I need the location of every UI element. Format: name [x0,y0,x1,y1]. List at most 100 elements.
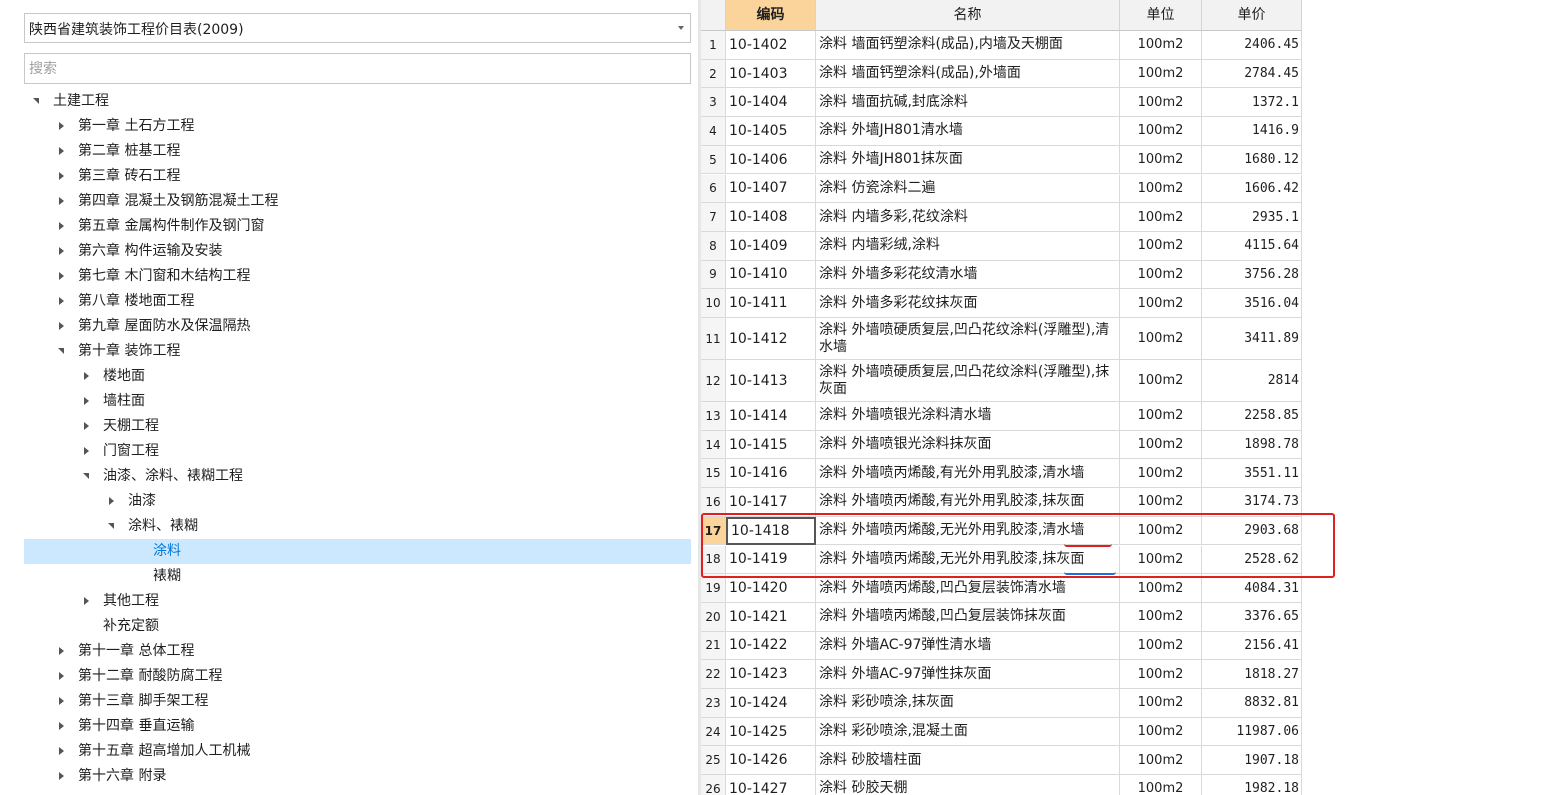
cell-price[interactable]: 4115.64 [1202,231,1302,261]
cell-unit[interactable]: 100m2 [1120,31,1202,60]
expanded-arrow-icon[interactable] [107,514,117,539]
cell-name[interactable]: 涂料 外墙喷丙烯酸,凹凸复层装饰清水墙 [816,574,1120,603]
tree-node[interactable]: 第九章 屋面防水及保温隔热 [0,314,698,339]
collapsed-arrow-icon[interactable] [57,314,67,339]
cell-name[interactable]: 涂料 外墙多彩花纹抹灰面 [816,289,1120,318]
cell-name[interactable]: 涂料 外墙喷硬质复层,凹凸花纹涂料(浮雕型),清水墙 [816,318,1120,360]
cell-name[interactable]: 涂料 砂胶天棚 [816,775,1120,795]
collapsed-arrow-icon[interactable] [82,389,92,414]
row-index[interactable]: 18 [701,545,726,575]
tree-node[interactable]: 涂料、裱糊 [0,514,698,539]
table-row[interactable]: 10 10-1411 涂料 外墙多彩花纹抹灰面 100m2 3516.04 [701,289,1302,318]
table-row[interactable]: 22 10-1423 涂料 外墙AC-97弹性抹灰面 100m2 1818.27 [701,660,1302,689]
collapsed-arrow-icon[interactable] [57,664,67,689]
cell-code[interactable]: 10-1415 [726,430,816,460]
cell-code[interactable]: 10-1419 [726,545,816,575]
table-row[interactable]: 25 10-1426 涂料 砂胶墙柱面 100m2 1907.18 [701,746,1302,776]
table-row[interactable]: 16 10-1417 涂料 外墙喷丙烯酸,有光外用乳胶漆,抹灰面 100m2 3174.… [701,488,1302,517]
cell-code[interactable]: 10-1413 [726,360,816,402]
cell-price[interactable]: 1416.9 [1202,117,1302,146]
tree-node[interactable]: 涂料 [24,539,691,564]
tree-node[interactable]: 第十章 装饰工程 [0,339,698,364]
chevron-down-icon[interactable] [678,26,684,30]
cell-name[interactable]: 涂料 外墙喷银光涂料抹灰面 [816,430,1120,460]
cell-unit[interactable]: 100m2 [1120,430,1202,460]
collapsed-arrow-icon[interactable] [57,214,67,239]
tree-node[interactable]: 天棚工程 [0,414,698,439]
tree-node[interactable]: 第十四章 垂直运输 [0,714,698,739]
cell-code[interactable]: 10-1408 [726,203,816,232]
cell-name[interactable]: 涂料 外墙喷丙烯酸,有光外用乳胶漆,抹灰面 [816,488,1120,517]
cell-unit[interactable]: 100m2 [1120,459,1202,489]
cell-unit[interactable]: 100m2 [1120,174,1202,204]
cell-price[interactable]: 8832.81 [1202,689,1302,718]
cell-unit[interactable]: 100m2 [1120,289,1202,318]
table-row[interactable]: 2 10-1403 涂料 墙面钙塑涂料(成品),外墙面 100m2 2784.45 [701,59,1302,89]
cell-price[interactable]: 1907.18 [1202,746,1302,776]
cell-code[interactable]: 10-1416 [726,459,816,489]
tree-node[interactable]: 第五章 金属构件制作及钢门窗 [0,214,698,239]
cell-code[interactable]: 10-1407 [726,174,816,204]
row-index[interactable]: 22 [701,660,726,689]
cell-unit[interactable]: 100m2 [1120,203,1202,232]
cell-name[interactable]: 涂料 外墙AC-97弹性抹灰面 [816,660,1120,689]
tree-node[interactable]: 其他工程 [0,589,698,614]
collapsed-arrow-icon[interactable] [57,764,67,789]
cell-code[interactable]: 10-1421 [726,602,816,632]
cell-unit[interactable]: 100m2 [1120,360,1202,402]
cell-code[interactable]: 10-1420 [726,574,816,603]
cell-price[interactable]: 2258.85 [1202,402,1302,431]
table-row[interactable]: 12 10-1413 涂料 外墙喷硬质复层,凹凸花纹涂料(浮雕型),抹灰面 100m2… [701,360,1302,402]
cell-name[interactable]: 涂料 彩砂喷涂,抹灰面 [816,689,1120,718]
row-index[interactable]: 11 [701,318,726,360]
cell-code[interactable]: 10-1404 [726,88,816,118]
cell-price[interactable]: 3756.28 [1202,260,1302,290]
cell-unit[interactable]: 100m2 [1120,88,1202,118]
cell-code[interactable]: 10-1405 [726,117,816,146]
row-index[interactable]: 12 [701,360,726,402]
table-row[interactable]: 23 10-1424 涂料 彩砂喷涂,抹灰面 100m2 8832.81 [701,689,1302,718]
cell-name[interactable]: 涂料 内墙彩绒,涂料 [816,231,1120,261]
row-index[interactable]: 20 [701,602,726,632]
cell-name[interactable]: 涂料 外墙多彩花纹清水墙 [816,260,1120,290]
cell-code[interactable]: 10-1409 [726,231,816,261]
cell-unit[interactable]: 100m2 [1120,602,1202,632]
tree-node[interactable]: 第八章 楼地面工程 [0,289,698,314]
cell-name[interactable]: 涂料 砂胶墙柱面 [816,746,1120,776]
expanded-arrow-icon[interactable] [32,89,42,114]
table-row[interactable]: 15 10-1416 涂料 外墙喷丙烯酸,有光外用乳胶漆,清水墙 100m2 3551.… [701,459,1302,489]
row-index[interactable]: 25 [701,746,726,776]
cell-price[interactable]: 2528.62 [1202,545,1302,575]
cell-code[interactable]: 10-1425 [726,717,816,747]
library-select[interactable]: 陕西省建筑装饰工程价目表(2009) [24,13,691,43]
cell-code[interactable]: 10-1406 [726,145,816,175]
row-index[interactable]: 15 [701,459,726,489]
cell-unit[interactable]: 100m2 [1120,318,1202,360]
tree-node[interactable]: 第四章 混凝土及钢筋混凝土工程 [0,189,698,214]
tree-node[interactable]: 门窗工程 [0,439,698,464]
tree-node[interactable]: 第十六章 附录 [0,764,698,789]
row-index[interactable]: 13 [701,402,726,431]
cell-unit[interactable]: 100m2 [1120,145,1202,175]
table-row[interactable]: 21 10-1422 涂料 外墙AC-97弹性清水墙 100m2 2156.41 [701,631,1302,661]
cell-unit[interactable]: 100m2 [1120,660,1202,689]
cell-unit[interactable]: 100m2 [1120,574,1202,603]
table-row[interactable]: 1 10-1402 涂料 墙面钙塑涂料(成品),内墙及天棚面 100m2 2406.45 [701,31,1302,60]
row-index[interactable]: 24 [701,717,726,747]
cell-price[interactable]: 11987.06 [1202,717,1302,747]
cell-unit[interactable]: 100m2 [1120,631,1202,661]
row-index[interactable]: 5 [701,145,726,175]
tree-node[interactable]: 第十五章 超高增加人工机械 [0,739,698,764]
cell-code[interactable]: 10-1422 [726,631,816,661]
expanded-arrow-icon[interactable] [57,339,67,364]
cell-price[interactable]: 3551.11 [1202,459,1302,489]
cell-unit[interactable]: 100m2 [1120,775,1202,795]
cell-unit[interactable]: 100m2 [1120,746,1202,776]
cell-price[interactable]: 3411.89 [1202,318,1302,360]
cell-code[interactable]: 10-1417 [726,488,816,517]
expanded-arrow-icon[interactable] [82,464,92,489]
collapsed-arrow-icon[interactable] [57,639,67,664]
cell-name[interactable]: 涂料 墙面钙塑涂料(成品),外墙面 [816,59,1120,89]
cell-name[interactable]: 涂料 内墙多彩,花纹涂料 [816,203,1120,232]
cell-price[interactable]: 4084.31 [1202,574,1302,603]
